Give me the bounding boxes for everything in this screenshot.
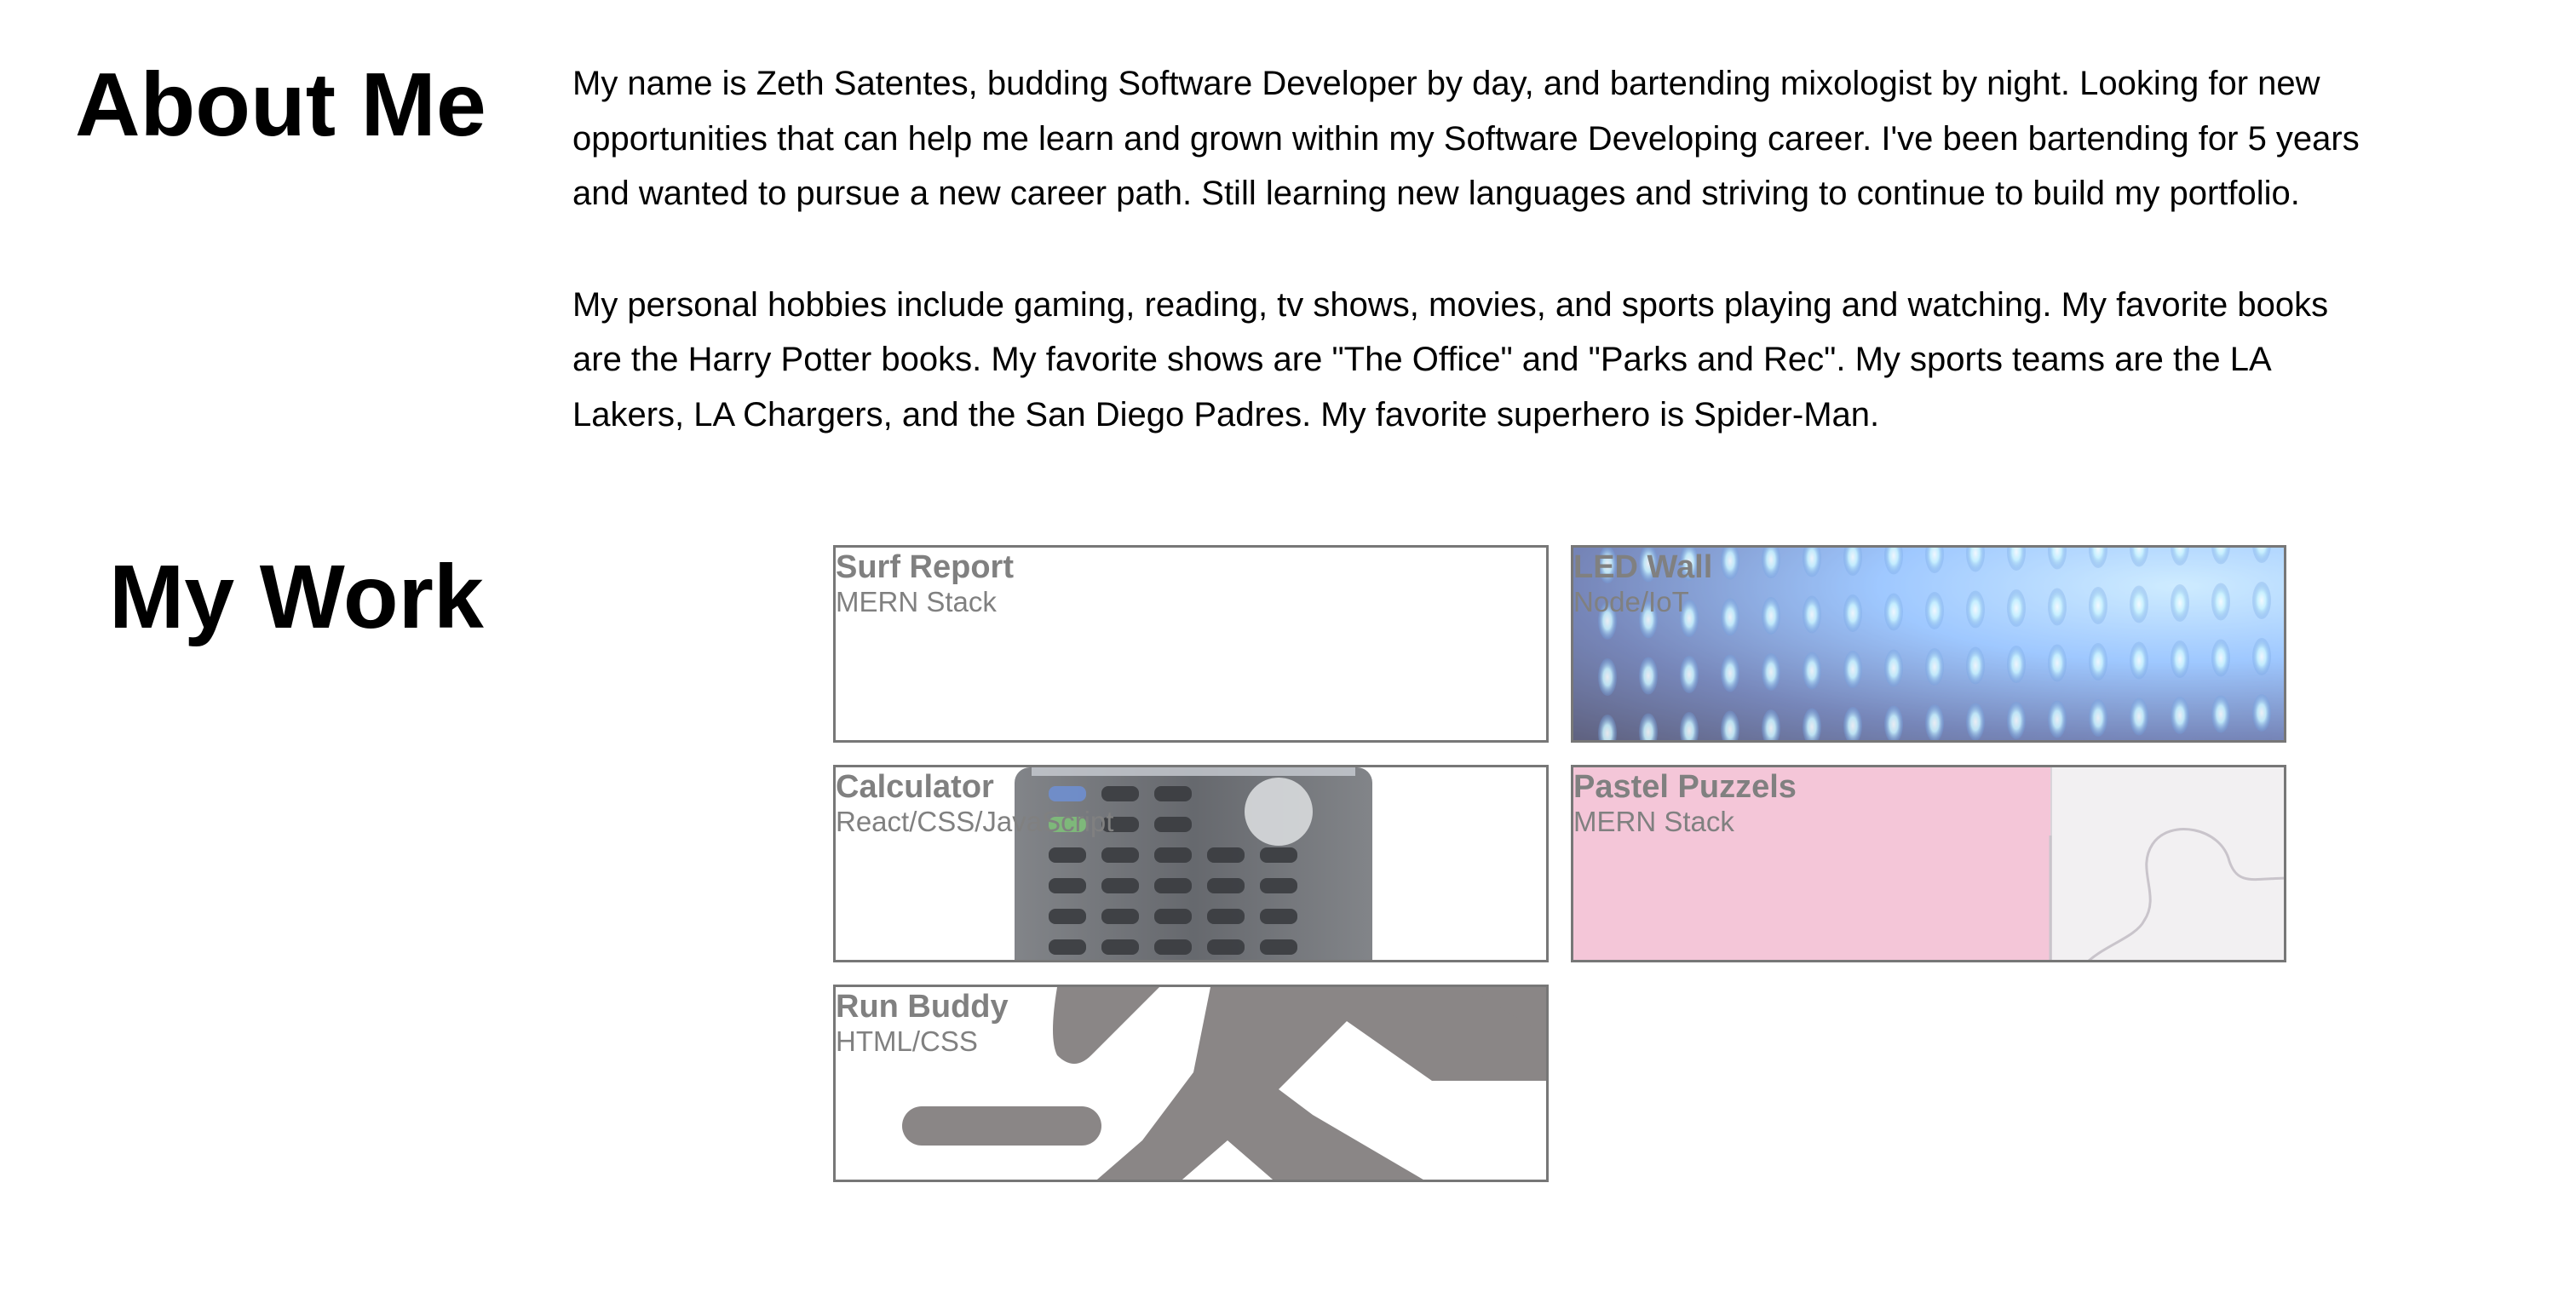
project-stack: React/CSS/JavaScript: [836, 806, 1114, 837]
about-me-text: My name is Zeth Satentes, budding Softwa…: [572, 56, 2361, 442]
project-stack: Node/IoT: [1573, 586, 1689, 617]
project-title: Calculator: [836, 769, 994, 805]
project-stack: MERN Stack: [836, 586, 997, 617]
project-title: Run Buddy: [836, 989, 1009, 1025]
project-stack: HTML/CSS: [836, 1025, 978, 1057]
about-paragraph-hobbies: My personal hobbies include gaming, read…: [572, 285, 2329, 434]
project-card-pastel-puzzels[interactable]: Pastel Puzzels MERN Stack: [1571, 765, 2286, 962]
project-card-run-buddy[interactable]: Run Buddy HTML/CSS: [833, 985, 1549, 1182]
project-title: Pastel Puzzels: [1573, 769, 1797, 805]
about-me-heading: About Me: [75, 55, 486, 155]
project-card-led-wall[interactable]: LED Wall Node/IoT: [1571, 545, 2286, 743]
project-title: LED Wall: [1573, 549, 1713, 585]
project-card-calculator[interactable]: Calculator React/CSS/JavaScript: [833, 765, 1549, 962]
project-stack: MERN Stack: [1573, 806, 1734, 837]
project-title: Surf Report: [836, 549, 1014, 585]
about-paragraph-intro: My name is Zeth Satentes, budding Softwa…: [572, 65, 2360, 212]
project-card-surf-report[interactable]: Surf Report MERN Stack: [833, 545, 1549, 743]
my-work-heading: My Work: [109, 547, 484, 647]
